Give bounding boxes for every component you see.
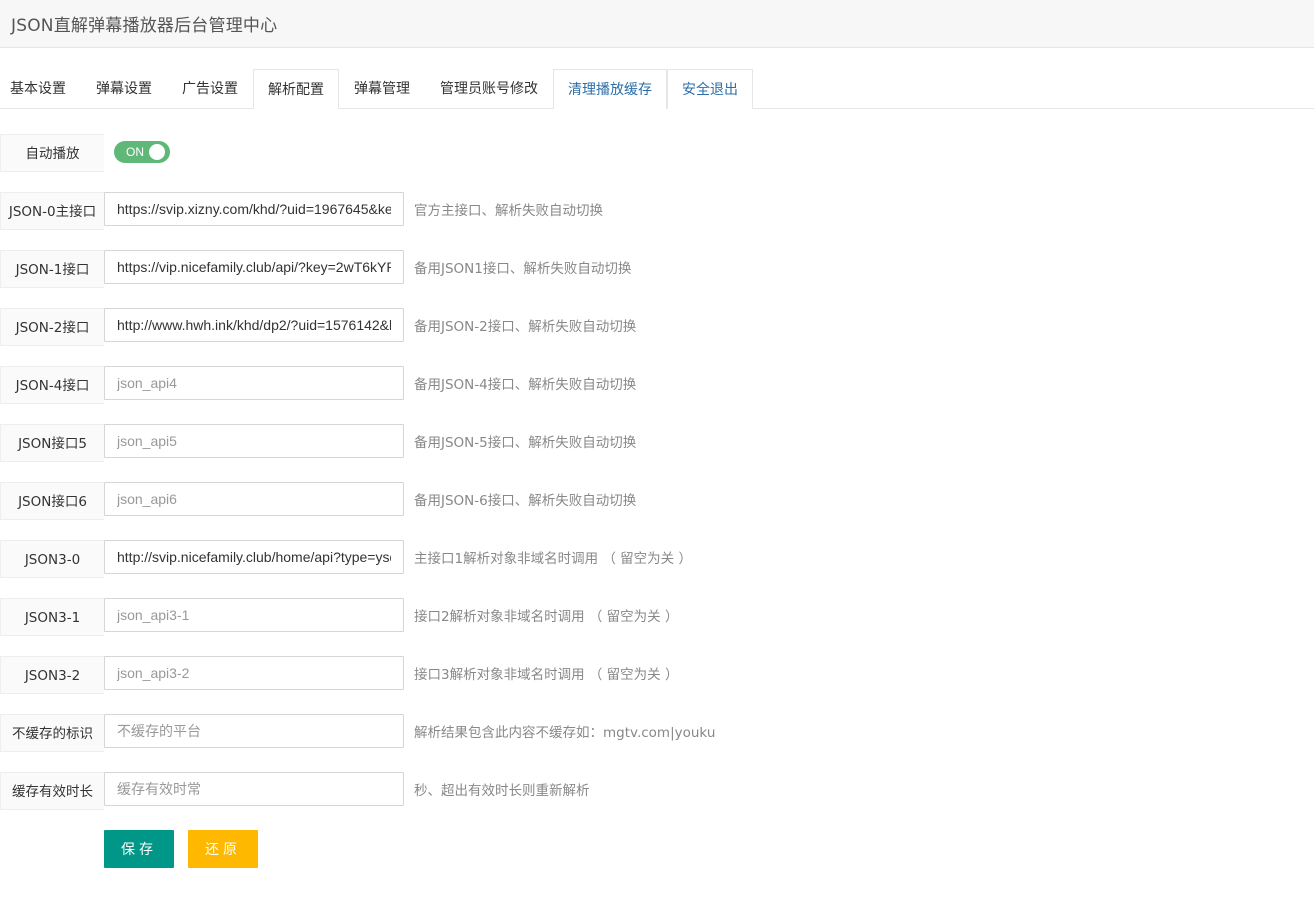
autoplay-toggle[interactable]: ON	[114, 141, 170, 163]
json4-input[interactable]	[104, 366, 404, 400]
toggle-knob	[149, 144, 165, 160]
json3-1-input[interactable]	[104, 598, 404, 632]
form-row: JSON-2接口 备用JSON-2接口、解析失败自动切换	[0, 308, 1314, 346]
tab-basic-settings[interactable]: 基本设置	[0, 69, 76, 109]
form-row: JSON3-0 主接口1解析对象非域名时调用 （ 留空为关 ）	[0, 540, 1314, 578]
form-row: JSON3-2 接口3解析对象非域名时调用 （ 留空为关 ）	[0, 656, 1314, 694]
json1-input[interactable]	[104, 250, 404, 284]
form-row: JSON3-1 接口2解析对象非域名时调用 （ 留空为关 ）	[0, 598, 1314, 636]
json3-0-input[interactable]	[104, 540, 404, 574]
field-hint: 秒、超出有效时长则重新解析	[414, 783, 590, 799]
cache-duration-input[interactable]	[104, 772, 404, 806]
autoplay-label: 自动播放	[0, 134, 104, 172]
autoplay-row: 自动播放 ON	[0, 134, 1314, 172]
field-hint: 官方主接口、解析失败自动切换	[414, 203, 603, 219]
field-label: 不缓存的标识	[0, 714, 104, 752]
tab-parse-config[interactable]: 解析配置	[253, 69, 339, 109]
page-header: JSON直解弹幕播放器后台管理中心	[0, 0, 1314, 48]
toggle-state-text: ON	[126, 145, 144, 159]
reset-button[interactable]: 还原	[188, 830, 258, 868]
field-label: JSON接口6	[0, 482, 104, 520]
form-row: JSON接口6 备用JSON-6接口、解析失败自动切换	[0, 482, 1314, 520]
tab-ad-settings[interactable]: 广告设置	[168, 69, 252, 109]
field-label: JSON-4接口	[0, 366, 104, 404]
field-label: JSON3-2	[0, 656, 104, 694]
field-label: JSON3-1	[0, 598, 104, 636]
page-title: JSON直解弹幕播放器后台管理中心	[11, 16, 278, 36]
field-label: 缓存有效时长	[0, 772, 104, 810]
json6-input[interactable]	[104, 482, 404, 516]
field-label: JSON接口5	[0, 424, 104, 462]
field-label: JSON-2接口	[0, 308, 104, 346]
tab-logout[interactable]: 安全退出	[667, 69, 753, 109]
tab-clear-cache[interactable]: 清理播放缓存	[553, 69, 667, 109]
json0-main-input[interactable]	[104, 192, 404, 226]
form-row: 缓存有效时长 秒、超出有效时长则重新解析	[0, 772, 1314, 810]
field-hint: 备用JSON1接口、解析失败自动切换	[414, 261, 632, 277]
form-row: JSON-0主接口 官方主接口、解析失败自动切换	[0, 192, 1314, 230]
field-label: JSON-1接口	[0, 250, 104, 288]
json5-input[interactable]	[104, 424, 404, 458]
form-row: JSON-4接口 备用JSON-4接口、解析失败自动切换	[0, 366, 1314, 404]
tab-admin-account[interactable]: 管理员账号修改	[425, 69, 553, 109]
field-hint: 备用JSON-6接口、解析失败自动切换	[414, 493, 637, 509]
field-hint: 备用JSON-5接口、解析失败自动切换	[414, 435, 637, 451]
field-hint: 接口3解析对象非域名时调用 （ 留空为关 ）	[414, 667, 679, 683]
form-row: 不缓存的标识 解析结果包含此内容不缓存如：mgtv.com|youku	[0, 714, 1314, 752]
json3-2-input[interactable]	[104, 656, 404, 690]
tab-danmaku-settings[interactable]: 弹幕设置	[82, 69, 166, 109]
field-hint: 备用JSON-2接口、解析失败自动切换	[414, 319, 637, 335]
field-hint: 主接口1解析对象非域名时调用 （ 留空为关 ）	[414, 551, 692, 567]
form-row: JSON-1接口 备用JSON1接口、解析失败自动切换	[0, 250, 1314, 288]
field-label: JSON-0主接口	[0, 192, 104, 230]
tab-danmaku-manage[interactable]: 弹幕管理	[339, 69, 425, 109]
tab-bar: 基本设置 弹幕设置 广告设置 解析配置 弹幕管理 管理员账号修改 清理播放缓存 …	[0, 69, 1314, 109]
field-hint: 备用JSON-4接口、解析失败自动切换	[414, 377, 637, 393]
form-row: JSON接口5 备用JSON-5接口、解析失败自动切换	[0, 424, 1314, 462]
no-cache-input[interactable]	[104, 714, 404, 748]
save-button[interactable]: 保存	[104, 830, 174, 868]
field-label: JSON3-0	[0, 540, 104, 578]
json2-input[interactable]	[104, 308, 404, 342]
field-hint: 解析结果包含此内容不缓存如：mgtv.com|youku	[414, 725, 716, 741]
field-hint: 接口2解析对象非域名时调用 （ 留空为关 ）	[414, 609, 679, 625]
